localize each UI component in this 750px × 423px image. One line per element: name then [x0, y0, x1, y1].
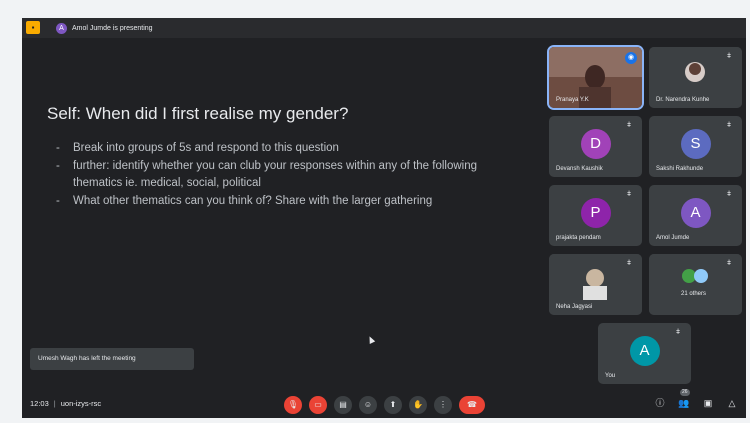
- participant-tile[interactable]: ǂ S Sakshi Rakhunde: [649, 116, 742, 177]
- side-controls: ⓘ 26 👥 ▣ △: [654, 389, 738, 409]
- participant-tile[interactable]: ǂ Dr. Narendra Kunhe: [649, 47, 742, 108]
- people-count-badge: 26: [680, 389, 690, 396]
- mouse-cursor-icon: [366, 335, 376, 344]
- others-tile[interactable]: ǂ 21 others: [649, 254, 742, 315]
- more-options-button[interactable]: ⋮: [434, 396, 452, 414]
- mic-off-icon: ǂ: [627, 260, 632, 267]
- speaking-icon: ◉: [625, 52, 637, 64]
- captions-button[interactable]: ▤: [334, 396, 352, 414]
- participant-tile[interactable]: ǂ D Devansh Kaushik: [549, 116, 642, 177]
- participant-tile[interactable]: ǂ P prajakta pendam: [549, 185, 642, 246]
- participant-name: Dr. Narendra Kunhe: [656, 97, 710, 103]
- info-icon[interactable]: ⓘ: [654, 397, 666, 409]
- participant-name: Sakshi Rakhunde: [656, 166, 704, 172]
- presenting-text: Amol Jumde is presenting: [72, 24, 153, 32]
- mic-off-icon: ǂ: [727, 122, 732, 129]
- presentation-slide: Self: When did I first realise my gender…: [22, 40, 542, 370]
- presentation-topbar: ▪ A Amol Jumde is presenting: [22, 18, 746, 38]
- participant-avatar: A: [680, 197, 711, 228]
- participant-name: Devansh Kaushik: [556, 166, 603, 172]
- notification-toast: Umesh Wagh has left the meeting: [30, 348, 194, 370]
- meeting-controls-bar: 12:03 | uon-izys-rsc 🎙 ▭ ▤ ☺ ⬆ ✋ ⋮ ☎ ⓘ 2…: [22, 389, 746, 418]
- self-tile[interactable]: ǂ A You: [598, 323, 691, 384]
- mic-off-icon: ǂ: [627, 122, 632, 129]
- emoji-button[interactable]: ☺: [359, 396, 377, 414]
- participant-tile[interactable]: ǂ A Amol Jumde: [649, 185, 742, 246]
- participant-name: prajakta pendam: [556, 235, 601, 241]
- mic-off-icon: ǂ: [727, 260, 732, 267]
- slide-bullet: What other thematics can you think of? S…: [56, 193, 496, 210]
- separator: |: [53, 399, 56, 408]
- mic-toggle-button[interactable]: 🎙: [284, 396, 302, 414]
- presenting-indicator: A Amol Jumde is presenting: [54, 21, 159, 35]
- slide-bullet: further: identify whether you can club y…: [56, 158, 496, 192]
- slides-logo-icon: ▪: [26, 21, 40, 34]
- participant-tile[interactable]: ǂ Neha Jagyasi: [549, 254, 642, 315]
- slide-title: Self: When did I first realise my gender…: [47, 104, 349, 123]
- activities-icon[interactable]: △: [726, 397, 738, 409]
- clock-time: 12:03: [30, 399, 49, 408]
- participant-avatar: P: [580, 197, 611, 228]
- participant-name: Amol Jumde: [656, 235, 690, 241]
- people-icon[interactable]: 26 👥: [678, 389, 690, 409]
- slide-bullet: Break into groups of 5s and respond to t…: [56, 140, 496, 157]
- mic-off-icon: ǂ: [676, 329, 681, 336]
- participant-name: Neha Jagyasi: [556, 304, 593, 310]
- others-count: 21 others: [681, 291, 707, 297]
- participant-avatar: D: [580, 128, 611, 159]
- participant-avatar: S: [680, 128, 711, 159]
- meeting-code: uon-izys-rsc: [60, 399, 102, 408]
- call-controls: 🎙 ▭ ▤ ☺ ⬆ ✋ ⋮ ☎: [284, 396, 485, 414]
- camera-toggle-button[interactable]: ▭: [309, 396, 327, 414]
- slide-bullets: Break into groups of 5s and respond to t…: [56, 140, 496, 211]
- self-avatar: A: [629, 335, 660, 366]
- meet-window: ▪ A Amol Jumde is presenting Self: When …: [22, 18, 746, 418]
- leave-call-button[interactable]: ☎: [459, 396, 485, 414]
- raise-hand-button[interactable]: ✋: [409, 396, 427, 414]
- present-button[interactable]: ⬆: [384, 396, 402, 414]
- chat-icon[interactable]: ▣: [702, 397, 714, 409]
- mic-off-icon: ǂ: [727, 191, 732, 198]
- presenter-avatar: A: [56, 22, 67, 34]
- mic-off-icon: ǂ: [627, 191, 632, 198]
- meeting-info: 12:03 | uon-izys-rsc: [30, 399, 101, 408]
- browser-frame: ▪ A Amol Jumde is presenting Self: When …: [0, 0, 750, 423]
- participant-tile[interactable]: ◉ Pranaya Y.K: [547, 45, 644, 110]
- mic-off-icon: ǂ: [727, 53, 732, 60]
- participant-name: Pranaya Y.K: [556, 97, 589, 103]
- self-name: You: [605, 373, 616, 379]
